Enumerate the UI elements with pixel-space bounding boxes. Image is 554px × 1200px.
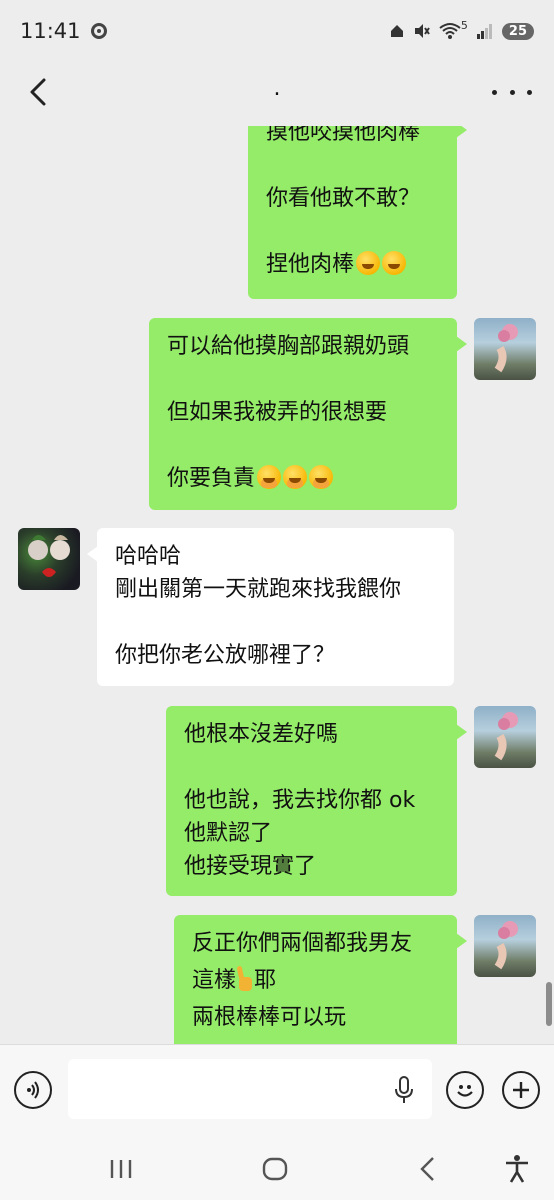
message-line: 他接受現實了 <box>184 854 317 879</box>
message-line: 他根本沒差好嗎 <box>184 722 339 747</box>
signal-icon <box>476 24 492 39</box>
message-line: 他也說，我去找你都 ok <box>184 788 416 813</box>
flower-avatar-icon <box>494 921 518 970</box>
message-line: 摸他咬摸他肉棒 <box>266 126 421 145</box>
input-bar <box>0 1044 554 1136</box>
home-status-icon <box>390 25 403 37</box>
message-line: 兩根棒棒可以玩 <box>192 1005 347 1030</box>
home-icon[interactable] <box>258 1152 292 1186</box>
flower-avatar-icon <box>494 324 518 373</box>
status-icons: 5 25 <box>389 18 534 40</box>
laugh-emoji <box>356 251 381 275</box>
message-line: 你把你老公放哪裡了？ <box>115 643 336 668</box>
status-time: 11:41 <box>20 19 81 43</box>
back-icon[interactable] <box>412 1152 446 1186</box>
recent-apps-icon[interactable] <box>104 1152 138 1186</box>
message-line: 這樣耶 <box>192 966 277 993</box>
wifi-icon <box>439 23 461 39</box>
message-line: 他默認了 <box>184 821 273 846</box>
message-input[interactable] <box>68 1059 432 1119</box>
chrome-icon <box>90 23 107 39</box>
avatar-me[interactable] <box>474 915 536 977</box>
status-bar: 11:41 5 25 <box>0 0 554 62</box>
avatar-me[interactable] <box>474 706 536 768</box>
battery-indicator: 25 <box>501 22 534 40</box>
message-line: 哈哈哈 <box>115 544 182 569</box>
chat-title: . <box>273 76 281 101</box>
scrollbar[interactable] <box>546 982 552 1026</box>
flower-avatar-icon <box>494 712 518 761</box>
message-bubble-sent[interactable]: 反正你們兩個都我男友 這樣耶 兩根棒棒可以玩 <box>174 915 467 1044</box>
victory-hand-emoji <box>236 966 254 992</box>
plus-icon[interactable] <box>502 1071 540 1109</box>
couple-avatar-icon <box>28 535 70 577</box>
message-bubble-sent[interactable]: 可以給他摸胸部跟親奶頭 但如果我被弄的很想要 你要負責 <box>149 318 467 510</box>
voice-icon[interactable] <box>14 1071 52 1109</box>
laugh-emoji <box>382 251 407 275</box>
chat-messages[interactable]: 摸他咬摸他肉棒 你看他敢不敢？ 捏他肉棒 可以給他摸胸部跟親奶頭 但如果我被弄的… <box>0 126 554 1044</box>
message-line: 反正你們兩個都我男友 <box>192 931 413 956</box>
message-bubble-sent[interactable]: 摸他咬摸他肉棒 你看他敢不敢？ 捏他肉棒 <box>248 126 467 299</box>
message-line: 剛出關第一天就跑來找我餵你 <box>115 577 402 602</box>
chat-header: . <box>0 62 554 126</box>
message-line: 捏他肉棒 <box>266 248 439 281</box>
signal-label: 5 <box>460 18 468 32</box>
accessibility-icon[interactable] <box>500 1152 534 1186</box>
hand-over-mouth-emoji <box>257 465 282 489</box>
message-line: 你看他敢不敢？ <box>266 186 421 211</box>
hand-over-mouth-emoji <box>309 465 334 489</box>
system-nav-bar <box>0 1136 554 1200</box>
message-line: 你要負責 <box>167 462 439 495</box>
hand-over-mouth-emoji <box>283 465 308 489</box>
message-bubble-received[interactable]: 哈哈哈 剛出關第一天就跑來找我餵你 你把你老公放哪裡了？ <box>87 528 454 686</box>
more-dots-icon[interactable] <box>492 76 532 108</box>
message-line: 但如果我被弄的很想要 <box>167 400 388 425</box>
smiley-icon[interactable] <box>446 1071 484 1109</box>
mic-icon[interactable] <box>392 1075 416 1105</box>
mute-icon <box>414 24 430 38</box>
avatar-contact[interactable] <box>18 528 80 590</box>
avatar-me[interactable] <box>474 318 536 380</box>
message-bubble-sent[interactable]: 他根本沒差好嗎 他也說，我去找你都 ok 他默認了 他接受現實了 <box>166 706 467 896</box>
message-line: 可以給他摸胸部跟親奶頭 <box>167 334 410 359</box>
